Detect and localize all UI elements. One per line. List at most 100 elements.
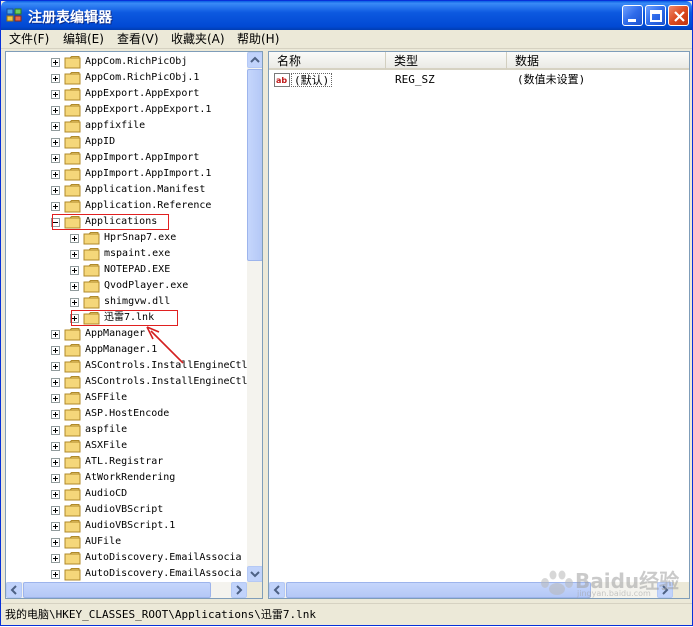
folder-icon	[64, 104, 81, 117]
tree-item[interactable]: ASControls.InstallEngineCtl.	[6, 374, 254, 390]
tree-item[interactable]: AppID	[6, 134, 246, 150]
tree-hscroll-thumb[interactable]	[23, 582, 211, 598]
value-data: (数值未设置)	[517, 73, 586, 86]
value-row[interactable]: ab (默认) REG_SZ (数值未设置)	[269, 71, 689, 88]
tree-item[interactable]: shimgvw.dll	[6, 294, 246, 310]
menu-favorites[interactable]: 收藏夹(A)	[169, 32, 227, 47]
tree-item[interactable]: AppImport.AppImport.1	[6, 166, 246, 182]
tree-item[interactable]: NOTEPAD.EXE	[6, 262, 246, 278]
tree-item-label: AppManager	[85, 328, 146, 339]
expand-plus-icon[interactable]	[51, 330, 60, 339]
expand-plus-icon[interactable]	[51, 474, 60, 483]
folder-icon	[83, 280, 100, 293]
expand-plus-icon[interactable]	[51, 154, 60, 163]
expand-plus-icon[interactable]	[70, 234, 79, 243]
tree-item[interactable]: ATL.Registrar	[6, 454, 246, 470]
expand-plus-icon[interactable]	[51, 458, 60, 467]
column-header-name[interactable]: 名称	[269, 52, 386, 70]
tree-item[interactable]: AppExport.AppExport	[6, 86, 246, 102]
expand-plus-icon[interactable]	[51, 74, 60, 83]
tree-item[interactable]: AppCom.RichPicObj.1	[6, 70, 246, 86]
expand-plus-icon[interactable]	[51, 378, 60, 387]
tree-item[interactable]: AppExport.AppExport.1	[6, 102, 246, 118]
expand-plus-icon[interactable]	[51, 410, 60, 419]
scroll-up-button[interactable]	[247, 52, 262, 68]
expand-plus-icon[interactable]	[51, 186, 60, 195]
tree-vertical-scrollbar[interactable]	[247, 52, 262, 582]
expand-plus-icon[interactable]	[51, 90, 60, 99]
tree-item[interactable]: Application.Reference	[6, 198, 246, 214]
menu-edit[interactable]: 编辑(E)	[61, 32, 106, 47]
column-header-data[interactable]: 数据	[507, 52, 689, 70]
scroll-down-button[interactable]	[247, 566, 262, 582]
tree-item[interactable]: QvodPlayer.exe	[6, 278, 246, 294]
expand-plus-icon[interactable]	[70, 282, 79, 291]
tree-item[interactable]: AtWorkRendering	[6, 470, 246, 486]
scroll-left-button[interactable]	[6, 582, 22, 598]
tree-item[interactable]: Application.Manifest	[6, 182, 246, 198]
list-scroll-left-button[interactable]	[269, 582, 285, 598]
tree-item[interactable]: AppManager	[6, 326, 246, 342]
registry-editor-window: 注册表编辑器 文件(F) 编辑(E) 查看(V) 收藏夹(A) 帮助(H) Ap…	[0, 0, 693, 626]
tree-item[interactable]: AppManager.1	[6, 342, 246, 358]
expand-plus-icon[interactable]	[51, 426, 60, 435]
tree-item[interactable]: AudioVBScript.1	[6, 518, 246, 534]
expand-plus-icon[interactable]	[51, 170, 60, 179]
folder-icon	[64, 88, 81, 101]
expand-plus-icon[interactable]	[51, 522, 60, 531]
tree-item[interactable]: ASFFile	[6, 390, 246, 406]
expand-plus-icon[interactable]	[51, 506, 60, 515]
registry-value-list[interactable]: 名称 类型 数据 ab (默认) REG_SZ (数值未设置)	[268, 51, 690, 599]
expand-plus-icon[interactable]	[51, 570, 60, 579]
tree-item[interactable]: AppCom.RichPicObj	[6, 54, 246, 70]
expand-plus-icon[interactable]	[51, 362, 60, 371]
expand-plus-icon[interactable]	[51, 490, 60, 499]
registry-key-tree[interactable]: AppCom.RichPicObj AppCom.RichPicObj.1 AppE…	[5, 51, 263, 599]
scroll-right-button[interactable]	[231, 582, 247, 598]
expand-plus-icon[interactable]	[70, 250, 79, 259]
expand-plus-icon[interactable]	[70, 298, 79, 307]
expand-plus-icon[interactable]	[51, 346, 60, 355]
expand-plus-icon[interactable]	[51, 538, 60, 547]
menu-help[interactable]: 帮助(H)	[235, 32, 281, 47]
tree-item-label: mspaint.exe	[104, 248, 171, 259]
tree-item[interactable]: AutoDiscovery.EmailAssocia	[6, 566, 246, 582]
expand-plus-icon[interactable]	[51, 442, 60, 451]
value-name[interactable]: (默认)	[291, 73, 333, 87]
expand-plus-icon[interactable]	[51, 202, 60, 211]
expand-plus-icon[interactable]	[51, 106, 60, 115]
highlight-box	[52, 214, 169, 230]
close-button[interactable]	[668, 5, 689, 26]
menu-view[interactable]: 查看(V)	[115, 32, 161, 47]
title-bar[interactable]: 注册表编辑器	[1, 1, 692, 30]
expand-plus-icon[interactable]	[51, 122, 60, 131]
minimize-button[interactable]	[622, 5, 643, 26]
column-header-type[interactable]: 类型	[386, 52, 507, 70]
chevron-up-icon	[250, 56, 260, 63]
tree-item[interactable]: ASXFile	[6, 438, 246, 454]
svg-text:ab: ab	[276, 76, 287, 85]
folder-icon	[64, 200, 81, 213]
tree-item[interactable]: ASP.HostEncode	[6, 406, 246, 422]
tree-item[interactable]: AudioCD	[6, 486, 246, 502]
expand-plus-icon[interactable]	[70, 266, 79, 275]
expand-plus-icon[interactable]	[51, 554, 60, 563]
tree-item[interactable]: HprSnap7.exe	[6, 230, 246, 246]
status-bar: 我的电脑\HKEY_CLASSES_ROOT\Applications\迅雷7.…	[1, 603, 692, 625]
tree-scroll-thumb[interactable]	[247, 69, 262, 261]
expand-plus-icon[interactable]	[51, 58, 60, 67]
maximize-button[interactable]	[645, 5, 666, 26]
tree-item-label: AppManager.1	[85, 344, 158, 355]
tree-item[interactable]: AUFile	[6, 534, 246, 550]
menu-file[interactable]: 文件(F)	[7, 32, 51, 47]
tree-item[interactable]: ASControls.InstallEngineCtl	[6, 358, 248, 374]
tree-item[interactable]: AutoDiscovery.EmailAssocia	[6, 550, 246, 566]
expand-plus-icon[interactable]	[51, 138, 60, 147]
tree-item[interactable]: appfixfile	[6, 118, 246, 134]
tree-item[interactable]: AppImport.AppImport	[6, 150, 246, 166]
tree-item[interactable]: aspfile	[6, 422, 246, 438]
tree-item[interactable]: AudioVBScript	[6, 502, 246, 518]
tree-horizontal-scrollbar[interactable]	[6, 582, 247, 598]
tree-item[interactable]: mspaint.exe	[6, 246, 246, 262]
expand-plus-icon[interactable]	[51, 394, 60, 403]
